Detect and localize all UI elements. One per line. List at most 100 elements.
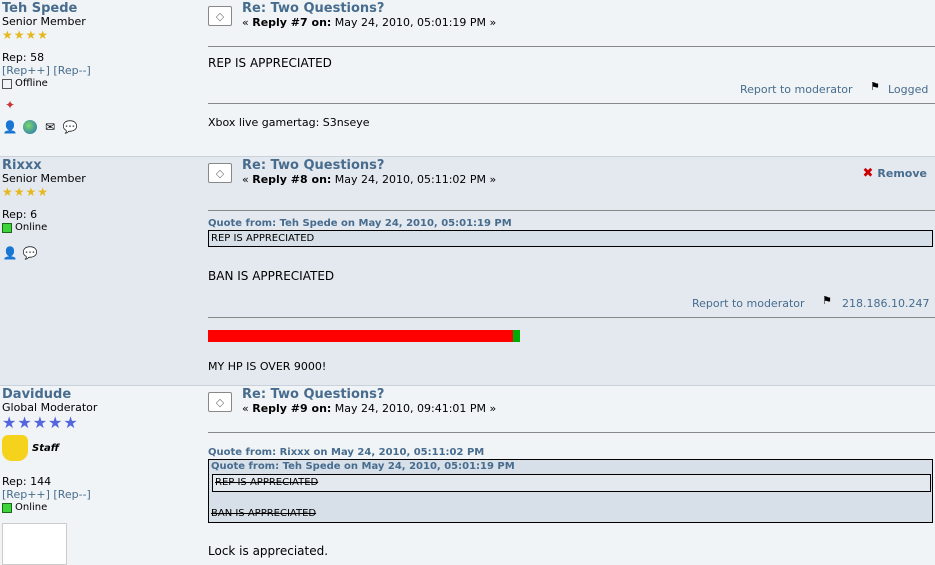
online-icon xyxy=(2,503,12,513)
personal-message-icon[interactable]: 💬 xyxy=(22,245,38,261)
poster-info: Teh Spede Senior Member ★ ★ ★ ★ Rep: 58 … xyxy=(2,2,192,135)
star-icon: ★ xyxy=(13,28,25,42)
rank-stars: ★ ★ ★ ★ xyxy=(2,186,192,198)
reply-info: « Reply #7 on: May 24, 2010, 05:01:19 PM… xyxy=(242,16,496,30)
signature: MY HP IS OVER 9000! xyxy=(208,360,327,373)
reply-date: May 24, 2010, 09:41:01 PM » xyxy=(334,402,497,415)
rank-stars: ★ ★ ★ ★ ★ xyxy=(2,415,192,431)
star-icon: ★ xyxy=(25,185,37,199)
rank-stars: ★ ★ ★ ★ xyxy=(2,29,192,41)
post-xx-icon: ◇ xyxy=(208,163,232,183)
ip-icon: ⚑ xyxy=(822,294,832,307)
star-icon: ★ xyxy=(2,28,13,42)
post-body: Lock is appreciated. xyxy=(208,544,329,558)
quote-header: Quote from: Rixxx on May 24, 2010, 05:11… xyxy=(208,447,485,458)
ip-icon: ⚑ xyxy=(870,80,880,93)
divider xyxy=(208,210,935,211)
staff-badge: Staff xyxy=(2,435,192,461)
rep-minus-link[interactable]: [Rep--] xyxy=(53,488,90,501)
star-icon: ★ xyxy=(13,185,25,199)
poster-info: Rixxx Senior Member ★ ★ ★ ★ Rep: 6 Onlin… xyxy=(2,159,192,261)
logged-label: Logged xyxy=(888,83,929,96)
post-body: REP IS APPRECIATED xyxy=(208,56,332,70)
rep-plus-link[interactable]: [Rep++] xyxy=(2,488,50,501)
quote-text: BAN IS APPRECIATED xyxy=(211,508,317,519)
divider xyxy=(208,46,935,47)
remove-button[interactable]: ✖ Remove xyxy=(863,166,928,181)
star-icon: ★ xyxy=(63,413,78,432)
quote-text: REP IS APPRECIATED xyxy=(211,233,315,244)
quote-box: REP IS APPRECIATED xyxy=(208,230,933,247)
post-reply-9: Davidude Global Moderator ★ ★ ★ ★ ★ Staf… xyxy=(0,386,935,565)
star-icon: ★ xyxy=(2,413,17,432)
post-header: ◇ Re: Two Questions? « Reply #9 on: May … xyxy=(208,388,496,416)
profile-icons: 👤 💬 xyxy=(2,245,192,261)
nested-quote-header: Quote from: Teh Spede on May 24, 2010, 0… xyxy=(211,461,515,472)
rep-minus-link[interactable]: [Rep--] xyxy=(53,64,90,77)
reply-prefix: « xyxy=(242,402,249,415)
online-status: Online xyxy=(2,501,192,515)
post-xx-icon: ◇ xyxy=(208,6,232,26)
post-subject-link[interactable]: Re: Two Questions? xyxy=(242,2,496,16)
online-icon xyxy=(2,223,12,233)
rep-count: Rep: 58 xyxy=(2,51,45,64)
divider xyxy=(208,432,935,433)
reply-info: « Reply #8 on: May 24, 2010, 05:11:02 PM… xyxy=(242,173,496,187)
quote-header: Quote from: Teh Spede on May 24, 2010, 0… xyxy=(208,218,512,229)
avatar xyxy=(2,523,67,565)
user-title: Senior Member xyxy=(2,15,86,28)
quote-box: Quote from: Teh Spede on May 24, 2010, 0… xyxy=(208,459,933,523)
reply-info: « Reply #9 on: May 24, 2010, 09:41:01 PM… xyxy=(242,402,496,416)
msn-icon[interactable]: ✦ xyxy=(2,97,18,113)
post-reply-8: Rixxx Senior Member ★ ★ ★ ★ Rep: 6 Onlin… xyxy=(0,157,935,386)
reply-prefix: « xyxy=(242,173,249,186)
profile-icon[interactable]: 👤 xyxy=(2,119,18,135)
profile-icon[interactable]: 👤 xyxy=(2,245,18,261)
signature: Xbox live gamertag: S3nseye xyxy=(208,116,370,129)
signature-divider xyxy=(208,317,935,318)
star-icon: ★ xyxy=(25,28,37,42)
offline-icon xyxy=(2,79,12,89)
reply-number: Reply #7 on: xyxy=(252,16,332,29)
poster-info: Davidude Global Moderator ★ ★ ★ ★ ★ Staf… xyxy=(2,388,192,565)
post-xx-icon: ◇ xyxy=(208,392,232,412)
report-to-moderator-link[interactable]: Report to moderator xyxy=(740,83,853,96)
reply-date: May 24, 2010, 05:11:02 PM » xyxy=(334,173,497,186)
post-subject-link[interactable]: Re: Two Questions? xyxy=(242,388,496,402)
status-label: Online xyxy=(15,222,48,233)
hp-bar-green xyxy=(513,330,520,342)
ip-address-link[interactable]: 218.186.10.247 xyxy=(842,297,929,310)
im-icons: ✦ xyxy=(2,97,192,113)
username-link[interactable]: Rixxx xyxy=(2,159,192,173)
nested-quote-text: REP IS APPRECIATED xyxy=(215,477,319,488)
post-body: BAN IS APPRECIATED xyxy=(208,269,335,283)
user-title: Senior Member xyxy=(2,172,86,185)
star-icon: ★ xyxy=(17,413,32,432)
hp-bar-red xyxy=(208,330,513,342)
personal-message-icon[interactable]: 💬 xyxy=(62,119,78,135)
online-status: Online xyxy=(2,221,192,235)
email-icon[interactable]: ✉ xyxy=(42,119,58,135)
star-icon: ★ xyxy=(37,28,49,42)
signature-divider xyxy=(208,103,935,104)
rep-plus-link[interactable]: [Rep++] xyxy=(2,64,50,77)
star-icon: ★ xyxy=(32,413,48,432)
profile-icons: 👤 ✉ 💬 xyxy=(2,119,192,135)
star-icon: ★ xyxy=(48,413,63,432)
post-header: ◇ Re: Two Questions? « Reply #8 on: May … xyxy=(208,159,496,187)
report-to-moderator-link[interactable]: Report to moderator xyxy=(692,297,805,310)
post-reply-7: Teh Spede Senior Member ★ ★ ★ ★ Rep: 58 … xyxy=(0,0,935,157)
rep-links: [Rep++] [Rep--] xyxy=(2,64,192,77)
star-icon: ★ xyxy=(37,185,49,199)
post-subject-link[interactable]: Re: Two Questions? xyxy=(242,159,496,173)
hp-bar xyxy=(208,330,520,342)
status-label: Online xyxy=(15,502,48,513)
username-link[interactable]: Davidude xyxy=(2,388,192,402)
username-link[interactable]: Teh Spede xyxy=(2,2,192,16)
remove-label: Remove xyxy=(877,167,927,180)
website-icon[interactable] xyxy=(22,119,38,135)
reply-number: Reply #9 on: xyxy=(252,402,332,415)
rep-count: Rep: 6 xyxy=(2,208,38,221)
star-icon: ★ xyxy=(2,185,13,199)
reply-number: Reply #8 on: xyxy=(252,173,332,186)
